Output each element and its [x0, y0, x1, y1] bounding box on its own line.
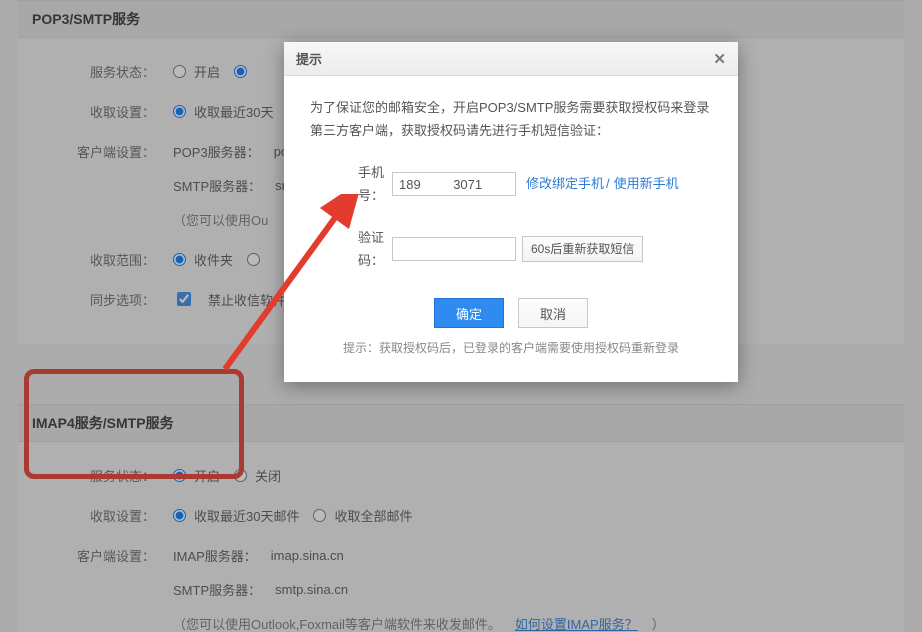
dialog-actions: 确定 取消: [310, 298, 712, 328]
new-phone-link[interactable]: 使用新手机: [614, 172, 679, 195]
code-label: 验证码：: [334, 226, 392, 273]
phone-row: 手机号： 修改绑定手机 / 使用新手机: [334, 161, 712, 208]
auth-dialog: 提示 ✕ 为了保证您的邮箱安全，开启POP3/SMTP服务需要获取授权码来登录第…: [284, 42, 738, 382]
dialog-tip: 提示：获取授权码后，已登录的客户端需要使用授权码重新登录: [310, 338, 712, 360]
code-input[interactable]: [392, 237, 516, 261]
dialog-titlebar: 提示 ✕: [284, 42, 738, 76]
change-phone-link[interactable]: 修改绑定手机: [526, 172, 604, 195]
dialog-title: 提示: [296, 49, 322, 68]
phone-input[interactable]: [392, 172, 516, 196]
page-root: POP3/SMTP服务 服务状态： 开启 收取设置： 收取最近30天 客户端设置…: [0, 0, 922, 632]
cancel-button[interactable]: 取消: [518, 298, 588, 328]
dialog-body: 为了保证您的邮箱安全，开启POP3/SMTP服务需要获取授权码来登录第三方客户端…: [284, 76, 738, 382]
resend-sms-button[interactable]: 60s后重新获取短信: [522, 236, 643, 262]
dialog-intro: 为了保证您的邮箱安全，开启POP3/SMTP服务需要获取授权码来登录第三方客户端…: [310, 96, 712, 143]
link-separator: /: [606, 172, 610, 195]
code-row: 验证码： 60s后重新获取短信: [334, 226, 712, 273]
close-icon[interactable]: ✕: [713, 50, 726, 68]
phone-label: 手机号：: [334, 161, 392, 208]
ok-button[interactable]: 确定: [434, 298, 504, 328]
